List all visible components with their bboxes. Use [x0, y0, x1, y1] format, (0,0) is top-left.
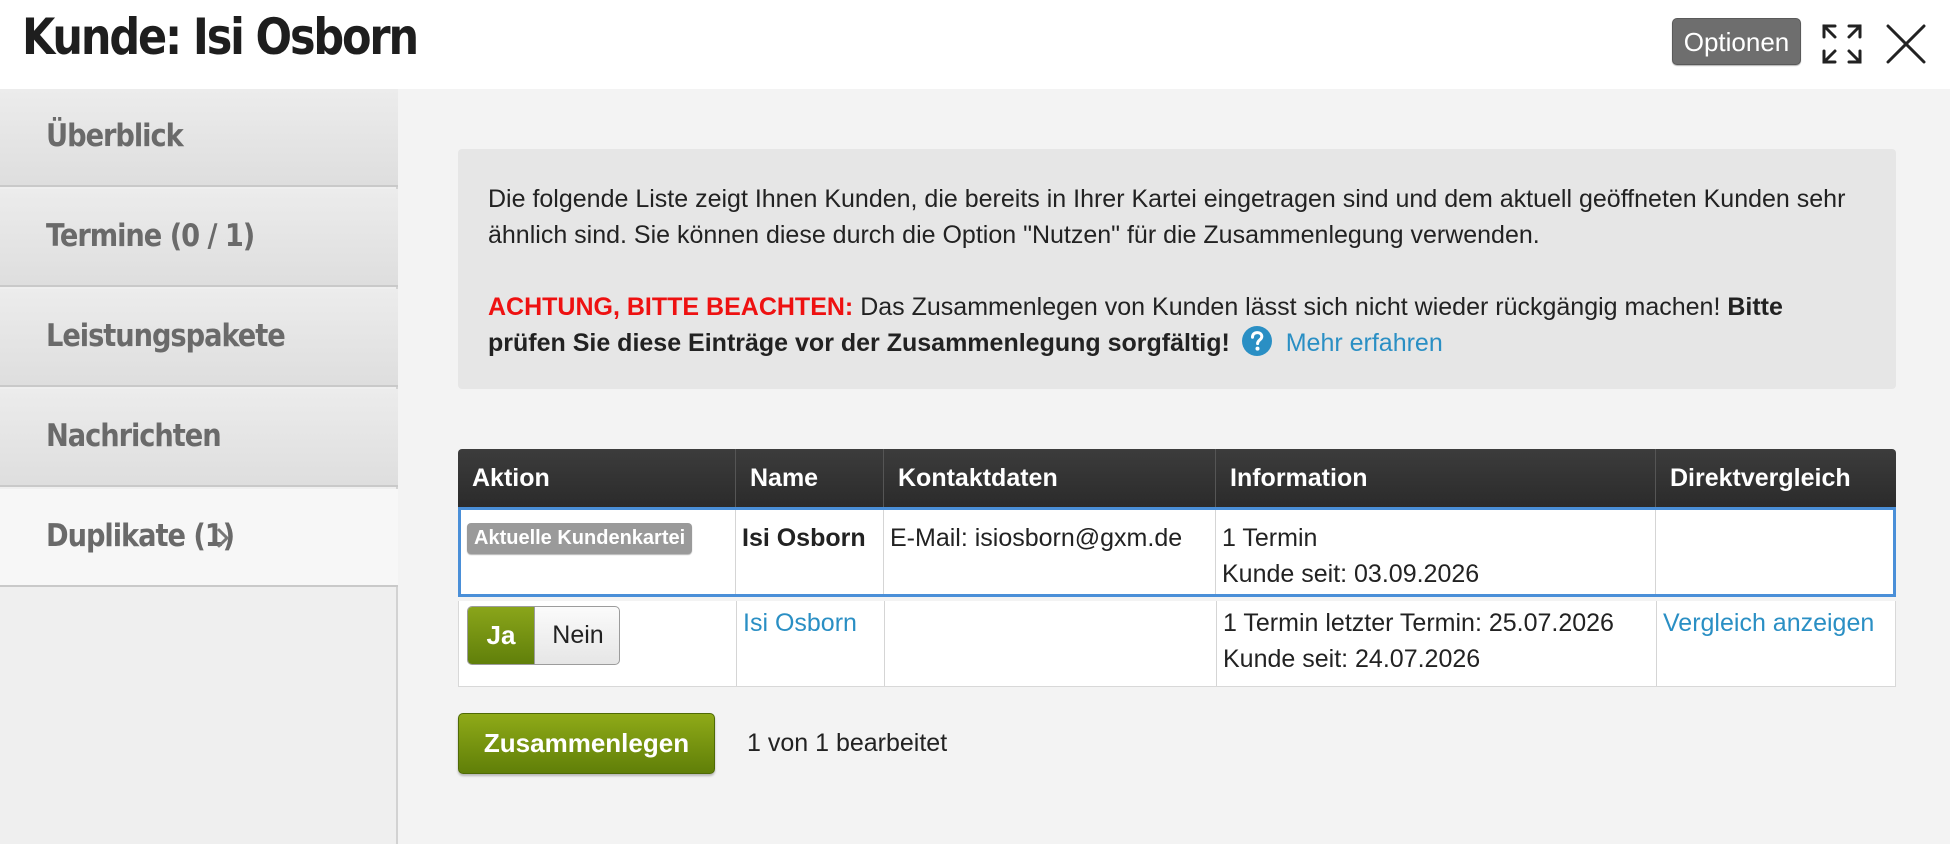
- more-info-link[interactable]: Mehr erfahren: [1286, 329, 1443, 357]
- info-line: 1 Termin letzter Termin: 25.07.2026: [1223, 609, 1614, 637]
- info-text: Die folgende Liste zeigt Ihnen Kunden, d…: [488, 185, 1846, 249]
- cell-compare: [1656, 510, 1893, 594]
- sidebar-item-label: Nachrichten: [46, 418, 222, 454]
- sidebar-item-label: Duplikate (1): [46, 518, 235, 554]
- progress-status: 1 von 1 bearbeitet: [747, 729, 948, 757]
- expand-icon[interactable]: [1820, 22, 1864, 66]
- table-row-current: Aktuelle Kundenkartei Isi Osborn E-Mail:…: [458, 507, 1896, 597]
- chevron-right-icon: [217, 528, 230, 548]
- table-row-duplicate: Ja Nein Isi Osborn 1 Termin letzter Term…: [458, 601, 1896, 687]
- info-box: Die folgende Liste zeigt Ihnen Kunden, d…: [458, 149, 1896, 389]
- column-header-name: Name: [736, 449, 884, 507]
- warning-label: ACHTUNG, BITTE BEACHTEN:: [488, 293, 854, 321]
- sidebar: Überblick Termine (0 / 1) Leistungspaket…: [0, 89, 398, 844]
- column-header-aktion: Aktion: [458, 449, 736, 507]
- info-line: 1 Termin: [1222, 524, 1318, 552]
- column-header-information: Information: [1216, 449, 1656, 507]
- cell-aktion: Aktuelle Kundenkartei: [461, 510, 736, 594]
- cell-information: 1 Termin letzter Termin: 25.07.2026 Kund…: [1217, 601, 1657, 686]
- sidebar-item-leistungspakete[interactable]: Leistungspakete: [0, 289, 398, 387]
- cell-contact: E-Mail: isiosborn@gxm.de: [884, 510, 1216, 594]
- use-toggle[interactable]: Ja Nein: [467, 606, 620, 665]
- cell-contact: [885, 601, 1217, 686]
- cell-information: 1 Termin Kunde seit: 03.09.2026: [1216, 510, 1656, 594]
- cell-aktion: Ja Nein: [459, 601, 737, 686]
- cell-name: Isi Osborn: [736, 510, 884, 594]
- question-circle-icon[interactable]: [1241, 325, 1273, 357]
- sidebar-item-nachrichten[interactable]: Nachrichten: [0, 389, 398, 487]
- page-title: Kunde: Isi Osborn: [22, 8, 419, 66]
- info-line: Kunde seit: 03.09.2026: [1222, 560, 1480, 588]
- sidebar-item-duplikate[interactable]: Duplikate (1): [0, 489, 398, 587]
- duplicate-name-link[interactable]: Isi Osborn: [737, 601, 885, 686]
- sidebar-item-ueberblick[interactable]: Überblick: [0, 89, 398, 187]
- yes-button[interactable]: Ja: [468, 607, 534, 664]
- warning-paragraph: ACHTUNG, BITTE BEACHTEN: Das Zusammenleg…: [488, 289, 1866, 361]
- sidebar-item-label: Termine (0 / 1): [46, 218, 255, 254]
- cell-compare: Vergleich anzeigen: [1657, 601, 1895, 686]
- current-record-badge: Aktuelle Kundenkartei: [467, 523, 693, 554]
- info-line: Kunde seit: 24.07.2026: [1223, 645, 1481, 673]
- no-button[interactable]: Nein: [534, 607, 619, 664]
- sidebar-item-label: Überblick: [46, 118, 184, 154]
- show-comparison-link[interactable]: Vergleich anzeigen: [1663, 609, 1874, 637]
- close-icon[interactable]: [1884, 22, 1928, 66]
- column-header-direktvergleich: Direktvergleich: [1670, 464, 1851, 492]
- sidebar-item-label: Leistungspakete: [46, 318, 286, 354]
- header: Kunde: Isi Osborn Optionen: [0, 0, 1950, 89]
- merge-button[interactable]: Zusammenlegen: [458, 713, 715, 774]
- sidebar-item-termine[interactable]: Termine (0 / 1): [0, 189, 398, 287]
- warning-text: Das Zusammenlegen von Kunden lässt sich …: [860, 293, 1721, 321]
- column-header-kontaktdaten: Kontaktdaten: [884, 449, 1216, 507]
- table-header: Aktion Name Kontaktdaten Information Dir…: [458, 449, 1896, 507]
- options-button[interactable]: Optionen: [1672, 18, 1801, 65]
